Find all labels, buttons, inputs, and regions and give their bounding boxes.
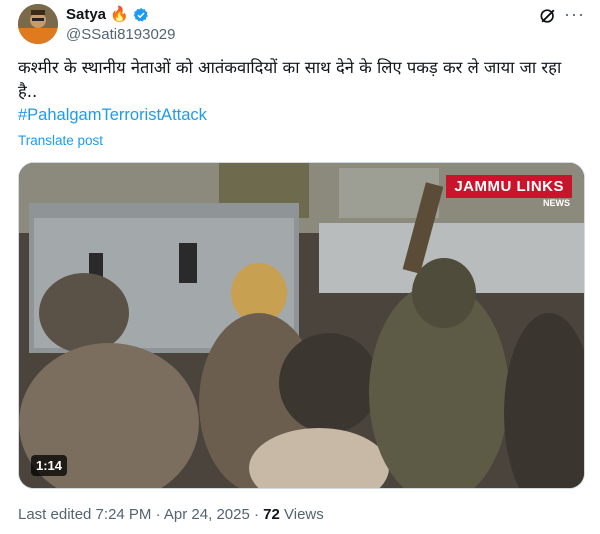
more-options-icon[interactable]: ··· — [564, 5, 584, 26]
video-player[interactable]: JAMMU LINKS NEWS 1:14 — [18, 162, 585, 489]
post-header: Satya 🔥 @SSati8193029 ··· — [18, 4, 588, 44]
avatar[interactable] — [18, 4, 58, 44]
translate-post-link[interactable]: Translate post — [18, 133, 103, 148]
edited-timestamp[interactable]: Last edited 7:24 PM · Apr 24, 2025 · — [18, 506, 263, 523]
channel-logo: JAMMU LINKS — [446, 175, 572, 198]
views-count: 72 — [263, 506, 280, 523]
display-name[interactable]: Satya — [66, 6, 106, 23]
grok-icon[interactable] — [538, 6, 558, 26]
post-meta: Last edited 7:24 PM · Apr 24, 2025 · 72 … — [18, 506, 324, 523]
fire-icon: 🔥 — [110, 6, 129, 23]
hashtag-link[interactable]: #PahalgamTerroristAttack — [18, 106, 207, 125]
post-text: कश्मीर के स्थानीय नेताओं को आतंकवादियों … — [18, 58, 562, 101]
author-handle[interactable]: @SSati8193029 — [66, 26, 175, 43]
video-duration: 1:14 — [31, 455, 68, 476]
verified-badge-icon[interactable] — [133, 7, 149, 23]
video-frame — [19, 163, 584, 488]
author-name-row: Satya 🔥 — [66, 6, 149, 23]
channel-sub-label: NEWS — [543, 198, 570, 208]
views-label: Views — [279, 506, 324, 523]
